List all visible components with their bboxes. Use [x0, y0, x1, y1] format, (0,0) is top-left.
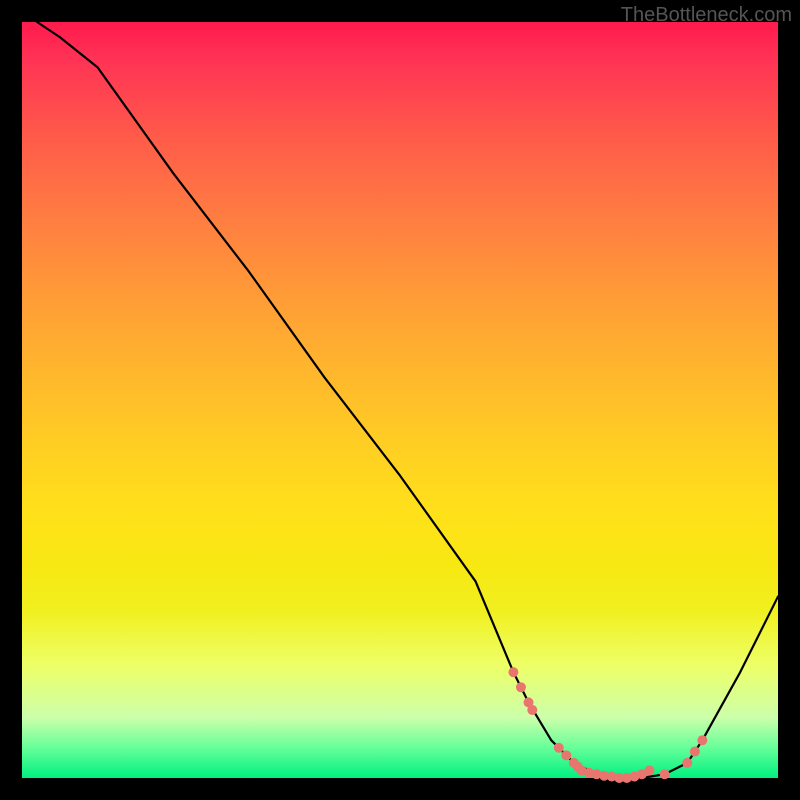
marker-point — [690, 747, 700, 757]
marker-point — [516, 682, 526, 692]
marker-point — [697, 735, 707, 745]
watermark-label: TheBottleneck.com — [621, 4, 792, 27]
curve-layer — [22, 22, 778, 778]
marker-point — [561, 750, 571, 760]
marker-group — [508, 667, 707, 783]
marker-point — [644, 765, 654, 775]
bottleneck-curve — [37, 22, 778, 778]
marker-point — [660, 769, 670, 779]
marker-point — [527, 705, 537, 715]
marker-point — [682, 758, 692, 768]
plot-area — [22, 22, 778, 778]
marker-point — [554, 743, 564, 753]
chart-root: TheBottleneck.com — [0, 0, 800, 800]
marker-point — [508, 667, 518, 677]
